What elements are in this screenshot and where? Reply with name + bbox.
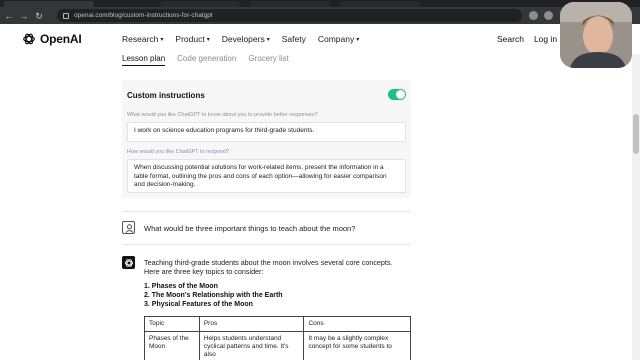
user-icon [125, 224, 134, 233]
chevron-down-icon: ▾ [356, 36, 360, 43]
extension-icon[interactable] [529, 11, 538, 20]
search-link[interactable]: Search [497, 34, 524, 45]
page-scrollbar[interactable] [632, 54, 640, 360]
custom-instructions-toggle[interactable] [388, 89, 406, 100]
chevron-down-icon: ▾ [266, 36, 270, 43]
chevron-down-icon: ▾ [206, 36, 210, 43]
site-header: OpenAI Research ▾ Product ▾ Developers ▾… [0, 24, 640, 54]
nav-safety[interactable]: Safety [282, 34, 306, 44]
table-header: Topic [144, 316, 200, 332]
toggle-knob [396, 90, 405, 99]
table-header: Pros [198, 316, 305, 332]
address-bar-url: openai.com/blog/custom-instructions-for-… [74, 12, 213, 19]
table-header-row: Topic Pros Cons [144, 316, 411, 332]
tab-lesson-plan[interactable]: Lesson plan [122, 54, 166, 66]
nav-label: Company [317, 34, 355, 44]
topic-list: 1. Phases of the Moon 2. The Moon's Rela… [144, 282, 283, 309]
table-header: Cons [303, 316, 411, 332]
topic-item: 1. Phases of the Moon [144, 283, 218, 290]
card-title: Custom instructions [127, 91, 205, 100]
table-row: Phases of the Moon Helps students unders… [144, 331, 411, 360]
nav-developers[interactable]: Developers ▾ [222, 34, 270, 44]
openai-logo-icon [23, 33, 35, 45]
chatgpt-avatar-icon [122, 256, 135, 269]
assistant-intro: Teaching third-grade students about the … [144, 258, 393, 276]
table-cell-cons: It may be a slightly complex concept for… [303, 331, 411, 360]
nav-research[interactable]: Research ▾ [122, 34, 163, 44]
lock-icon [63, 12, 69, 19]
divider [122, 211, 411, 212]
browser-toolbar: ← → ↻ openai.com/blog/custom-instruction… [0, 7, 640, 24]
presenter-video-frame [560, 2, 632, 68]
chevron-down-icon: ▾ [160, 36, 164, 43]
header-actions: Search Log in ↗ [497, 34, 567, 45]
forward-icon[interactable]: → [18, 10, 30, 22]
example-tabs: Lesson plan Code generation Grocery list [122, 54, 289, 66]
nav-label: Developers [221, 34, 265, 44]
nav-label: Product [175, 34, 205, 44]
back-icon[interactable]: ← [3, 10, 15, 22]
presenter-webcam [560, 2, 632, 68]
extension-icon[interactable] [544, 11, 553, 20]
nav-label: Safety [281, 34, 306, 44]
user-message: What would be three important things to … [144, 224, 356, 233]
topic-item: 3. Physical Features of the Moon [144, 301, 253, 308]
nav-label: Research [122, 34, 159, 44]
table-cell-topic: Phases of the Moon [144, 331, 200, 360]
brand-name: OpenAI [40, 32, 82, 46]
main-nav: Research ▾ Product ▾ Developers ▾ Safety… [122, 34, 359, 44]
openai-logo[interactable]: OpenAI [22, 32, 82, 46]
browser-tab-strip [0, 0, 640, 7]
openai-logo-icon [124, 258, 133, 267]
tab-grocery-list[interactable]: Grocery list [248, 54, 288, 66]
topic-item: 2. The Moon's Relationship with the Eart… [144, 292, 283, 299]
reload-icon[interactable]: ↻ [33, 10, 45, 22]
scrollbar-thumb[interactable] [633, 114, 639, 154]
user-avatar-icon [122, 221, 135, 234]
custom-instructions-card: Custom instructions What would you like … [122, 80, 411, 198]
question-response-style: How would you like ChatGPT to respond? [127, 149, 230, 155]
address-bar[interactable]: openai.com/blog/custom-instructions-for-… [57, 9, 522, 22]
pros-cons-table: Topic Pros Cons Phases of the Moon Helps… [144, 316, 411, 360]
divider [122, 244, 411, 245]
nav-company[interactable]: Company ▾ [318, 34, 359, 44]
nav-product[interactable]: Product ▾ [175, 34, 209, 44]
table-cell-pros: Helps students understand cyclical patte… [198, 331, 305, 360]
response-style-field[interactable]: When discussing potential solutions for … [127, 159, 406, 193]
about-you-field[interactable]: I work on science education programs for… [127, 122, 406, 142]
tab-code-generation[interactable]: Code generation [177, 54, 236, 66]
question-about-you: What would you like ChatGPT to know abou… [127, 112, 318, 118]
